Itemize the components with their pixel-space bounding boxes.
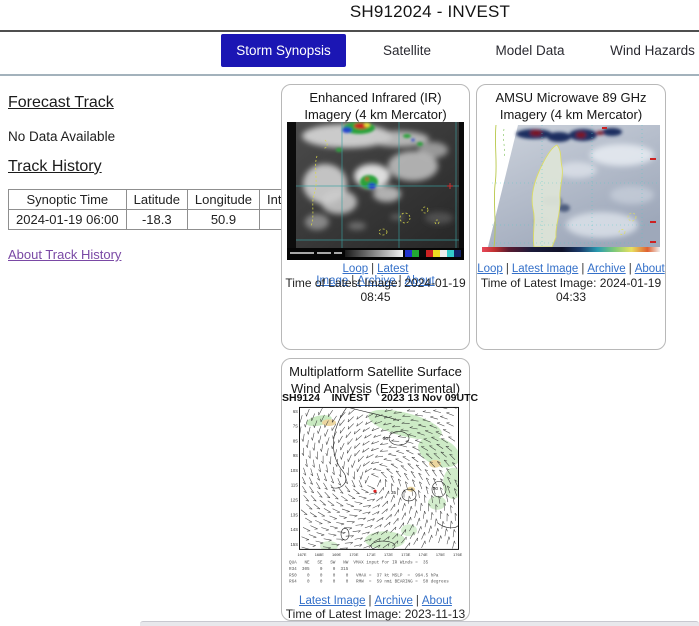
ir-panel-title: Enhanced Infrared (IR) Imagery (4 km Mer…	[304, 90, 447, 122]
wind-stats-line: R50 0 0 0 0 VMAX = 37 kt MSLP = 994.5 hP…	[289, 573, 439, 578]
axis-tick-label: 14S	[291, 527, 299, 532]
separator: |	[505, 263, 509, 275]
amsu-latest-time: Time of Latest Image: 2024-01-19 04:33	[480, 276, 662, 304]
axis-tick-label: 170E	[349, 553, 359, 557]
page-title: SH912024 - INVEST	[349, 2, 511, 21]
amsu-loop-link[interactable]: Loop	[477, 263, 503, 275]
header-divider	[0, 30, 699, 32]
track-history-heading: Track History	[8, 158, 102, 175]
amsu-imagery-panel: AMSU Microwave 89 GHz Imagery (4 km Merc…	[476, 84, 666, 350]
tabbar-divider	[0, 74, 699, 76]
amsu-about-link[interactable]: About	[635, 263, 665, 275]
wind-analysis-image[interactable]: 35 30 30 6S 7S 8S 9S 10S 11S 12S 13S 14S 15S 167E 1…	[287, 405, 464, 591]
wind-plot-header: SH9124 INVEST 2023 13 Nov 09UTC	[282, 392, 479, 404]
wind-analysis-panel: Multiplatform Satellite Surface Wind Ana…	[281, 358, 479, 626]
ir-satellite-image[interactable]	[287, 122, 464, 260]
bottom-edge-bar	[140, 621, 699, 626]
contour-label: 30	[433, 486, 439, 491]
axis-tick-label: 167E	[297, 553, 307, 557]
axis-tick-label: 7S	[293, 424, 298, 429]
table-row: 2024-01-19 06:00 -18.3 50.9 20	[8, 209, 324, 230]
amsu-latest-image-link[interactable]: Latest Image	[512, 263, 578, 275]
axis-tick-label: 12S	[291, 498, 299, 503]
col-synoptic-time: Synoptic Time	[8, 189, 127, 210]
separator: |	[628, 263, 632, 275]
axis-tick-label: 171E	[367, 553, 377, 557]
tab-storm-synopsis[interactable]: Storm Synopsis	[221, 34, 346, 67]
about-track-history-link[interactable]: About Track History	[8, 247, 121, 262]
contour-label: 30	[383, 436, 389, 441]
col-longitude: Longitude	[186, 189, 261, 210]
axis-tick-label: 175E	[436, 553, 446, 557]
axis-tick-label: 10S	[291, 468, 299, 473]
wind-stats-line: QUA NE SE SW NW VMAX input for IR Winds …	[289, 561, 429, 566]
axis-tick-label: 11S	[291, 483, 298, 488]
axis-tick-label: 174E	[419, 553, 429, 557]
separator: |	[581, 263, 585, 275]
amsu-satellite-image[interactable]	[482, 125, 660, 252]
col-latitude: Latitude	[125, 189, 188, 210]
separator: |	[368, 595, 372, 607]
axis-tick-label: 13S	[291, 512, 299, 517]
ir-latest-time: Time of Latest Image: 2024-01-19 08:45	[285, 276, 466, 304]
tab-model-data[interactable]: Model Data	[484, 34, 576, 67]
amsu-archive-link[interactable]: Archive	[587, 263, 625, 275]
storm-page: SH912024 - INVEST Storm Synopsis Satelli…	[0, 0, 699, 626]
forecast-track-heading: Forecast Track	[8, 94, 114, 111]
wind-stats-line: R34 305 0 0 315	[289, 567, 349, 572]
axis-tick-label: 15S	[291, 542, 299, 547]
amsu-panel-title: AMSU Microwave 89 GHz Imagery (4 km Merc…	[495, 90, 647, 122]
axis-tick-label: 8S	[293, 438, 298, 443]
track-history-table: Synoptic Time Latitude Longitude Intensi…	[8, 189, 324, 230]
axis-tick-label: 169E	[332, 553, 342, 557]
tab-wind-hazards[interactable]: Wind Hazards	[606, 34, 699, 67]
axis-tick-label: 172E	[384, 553, 394, 557]
wind-stats-line: R64 0 0 0 0 RMW = 59 nmi BEARING = 50 de…	[289, 580, 449, 585]
wind-about-link[interactable]: About	[422, 595, 452, 607]
axis-tick-label: 176E	[453, 553, 463, 557]
axis-tick-label: 168E	[315, 553, 325, 557]
separator: |	[415, 595, 419, 607]
amsu-links: Loop | Latest Image | Archive | About	[477, 263, 665, 275]
table-header-row: Synoptic Time Latitude Longitude Intensi…	[8, 189, 324, 210]
wind-latest-image-link[interactable]: Latest Image	[299, 595, 365, 607]
wind-archive-link[interactable]: Archive	[375, 595, 413, 607]
tab-satellite[interactable]: Satellite	[366, 34, 448, 67]
axis-tick-label: 9S	[293, 453, 298, 458]
contour-label: 35	[391, 490, 397, 495]
cell-synoptic-time: 2024-01-19 06:00	[8, 209, 127, 230]
no-data-text: No Data Available	[8, 129, 116, 144]
ir-loop-link[interactable]: Loop	[343, 263, 369, 275]
axis-tick-label: 6S	[293, 409, 298, 414]
ir-imagery-panel: Enhanced Infrared (IR) Imagery (4 km Mer…	[281, 84, 470, 350]
separator: |	[371, 263, 375, 275]
cell-longitude: 50.9	[186, 209, 261, 230]
axis-tick-label: 173E	[401, 553, 411, 557]
cell-latitude: -18.3	[125, 209, 188, 230]
wind-links: Latest Image | Archive | About	[282, 595, 469, 607]
